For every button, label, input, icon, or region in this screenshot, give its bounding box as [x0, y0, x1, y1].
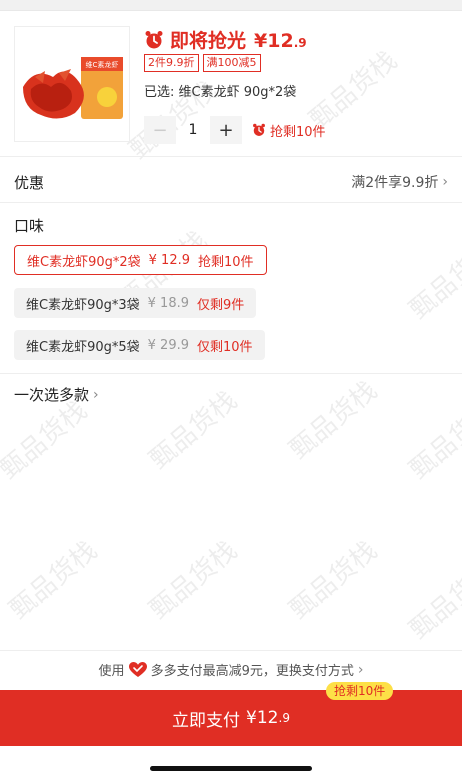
pay-now-label: 立即支付	[172, 710, 241, 731]
product-image: 维C素龙虾	[14, 26, 130, 142]
watermark: 甄品货栈	[404, 235, 462, 326]
chevron-right-icon: ›	[357, 661, 364, 678]
flash-sale-text: 即将抢光	[170, 30, 247, 52]
option-price: ¥ 12.9	[148, 252, 191, 268]
selected-variant-text: 已选: 维C素龙虾 90g*2袋	[144, 85, 297, 100]
divider	[0, 202, 462, 203]
watermark: 甄品货栈	[404, 395, 462, 486]
multi-select-link[interactable]: 一次选多款 ›	[14, 384, 99, 405]
stock-hint: 抢剩10件	[252, 121, 326, 140]
pay-price-integer: ¥12	[246, 708, 279, 728]
promo-value-text: 满2件享9.9折	[351, 175, 439, 191]
divider	[0, 156, 462, 157]
discount-tag: 2件9.9折	[144, 54, 199, 72]
quantity-stepper: − 1 + 抢剩10件	[144, 116, 326, 144]
flavor-option[interactable]: 维C素龙虾90g*3袋 ¥ 18.9 仅剩9件	[14, 288, 257, 318]
chevron-right-icon: ›	[93, 386, 99, 403]
home-indicator	[150, 766, 312, 771]
discount-tag: 满100减5	[202, 54, 261, 72]
option-price: ¥ 18.9	[147, 295, 190, 311]
watermark: 甄品货栈	[0, 395, 94, 486]
promo-row[interactable]: 优惠 满2件享9.9折 ›	[14, 170, 448, 194]
heart-icon	[128, 661, 147, 677]
pay-hint-prefix: 使用	[98, 664, 125, 679]
pay-price-decimal: .9	[278, 711, 290, 725]
option-name: 维C素龙虾90g*5袋	[26, 339, 140, 355]
quantity-value[interactable]: 1	[176, 122, 210, 138]
promo-label: 优惠	[14, 173, 45, 192]
watermark: 甄品货栈	[144, 385, 244, 476]
option-stock: 仅剩10件	[197, 339, 253, 355]
alarm-clock-icon	[145, 30, 163, 48]
flavor-option-selected[interactable]: 维C素龙虾90g*2袋 ¥ 12.9 抢剩10件	[14, 245, 267, 275]
flavor-option[interactable]: 维C素龙虾90g*5袋 ¥ 29.9 仅剩10件	[14, 330, 265, 360]
watermark: 甄品货栈	[4, 535, 104, 626]
promo-value: 满2件享9.9折 ›	[351, 172, 448, 192]
payment-method-hint[interactable]: 使用 多多支付最高减9元，更换支付方式 ›	[0, 660, 462, 679]
chevron-right-icon: ›	[442, 174, 448, 190]
watermark: 甄品货栈	[144, 535, 244, 626]
divider	[0, 373, 462, 374]
multi-select-text: 一次选多款	[14, 386, 90, 404]
package-label: 维C素龙虾	[86, 60, 119, 69]
price-integer: 12	[267, 30, 294, 52]
option-name: 维C素龙虾90g*3袋	[26, 297, 140, 313]
flash-sale-line: 即将抢光 ¥12.9	[144, 26, 307, 53]
option-price: ¥ 29.9	[147, 337, 190, 353]
watermark: 甄品货栈	[404, 555, 462, 646]
watermark: 甄品货栈	[284, 375, 384, 466]
alarm-clock-icon	[253, 123, 265, 136]
decrease-quantity-button[interactable]: −	[144, 116, 176, 144]
pay-now-button[interactable]: 立即支付 ¥12.9	[0, 690, 462, 746]
flavor-title: 口味	[14, 217, 45, 235]
pay-hint-text: 多多支付最高减9元，更换支付方式	[150, 664, 354, 679]
option-stock: 仅剩9件	[197, 297, 245, 313]
top-bar	[0, 0, 462, 11]
stock-badge: 抢剩10件	[326, 682, 394, 700]
option-stock: 抢剩10件	[198, 254, 254, 270]
product-summary: 维C素龙虾 即将抢光 ¥12.9 2件9.9折 满100减5 已选: 维C素龙虾…	[14, 26, 448, 146]
option-name: 维C素龙虾90g*2袋	[27, 254, 141, 270]
stock-hint-text: 抢剩10件	[270, 124, 326, 140]
promo-tags: 2件9.9折 满100减5	[144, 54, 261, 72]
watermark: 甄品货栈	[284, 535, 384, 626]
price-decimal: .9	[293, 36, 307, 50]
increase-quantity-button[interactable]: +	[210, 116, 242, 144]
price-symbol: ¥	[254, 30, 268, 52]
divider	[0, 650, 462, 651]
